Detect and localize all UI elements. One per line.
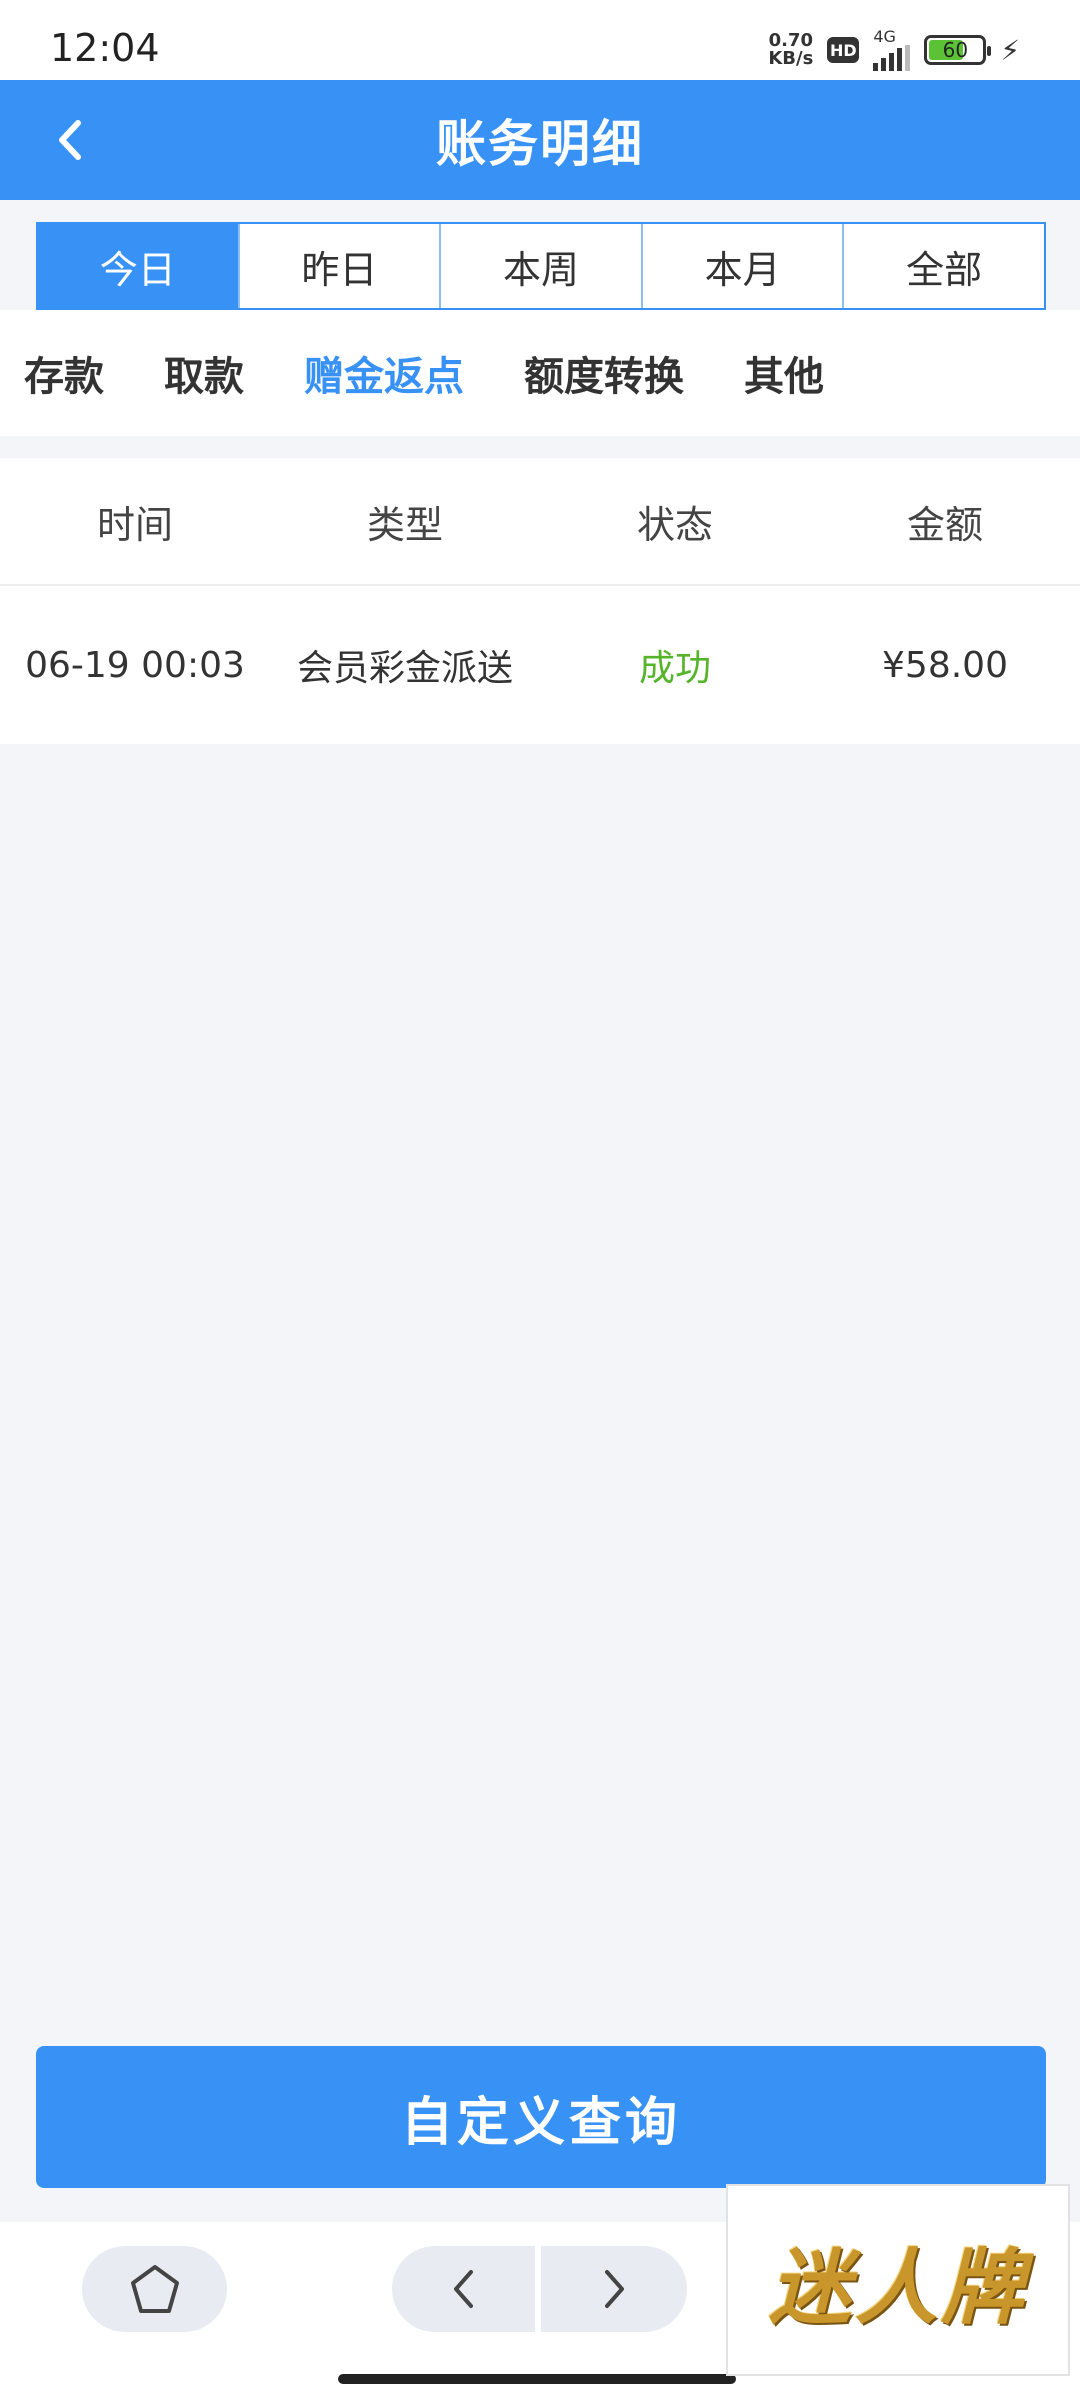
- column-header-time: 时间: [96, 502, 173, 547]
- table-row[interactable]: 06-19 00:03 会员彩金派送 成功 ¥58.00: [0, 586, 1080, 744]
- tab-withdraw[interactable]: 取款: [164, 344, 244, 402]
- tab-yesterday[interactable]: 昨日: [237, 224, 440, 308]
- home-indicator: [338, 2374, 736, 2384]
- watermark-text: 迷人牌: [769, 2240, 1027, 2336]
- column-header-type: 类型: [366, 502, 443, 547]
- tab-this-week[interactable]: 本周: [439, 224, 641, 308]
- status-bar: 12:04 0.70 KB/s HD 4G 60 ⚡: [0, 0, 1080, 80]
- tab-bonus-rebate[interactable]: 赠金返点: [304, 344, 464, 402]
- battery-icon: 60: [924, 35, 992, 65]
- custom-query-button[interactable]: 自定义查询: [36, 2046, 1046, 2188]
- table-header: 时间 类型 状态 金额: [0, 458, 1080, 586]
- status-icons: 0.70 KB/s HD 4G 60 ⚡: [768, 27, 1020, 71]
- row-time: 06-19 00:03: [25, 644, 245, 686]
- net-speed-unit: KB/s: [768, 48, 814, 69]
- tab-deposit[interactable]: 存款: [24, 344, 104, 402]
- date-range-tabs: 今日 昨日 本周 本月 全部: [36, 222, 1046, 310]
- tab-all[interactable]: 全部: [842, 224, 1044, 308]
- home-button[interactable]: [82, 2246, 227, 2332]
- chevron-left-icon: [453, 2270, 473, 2308]
- signal-icon: 4G: [873, 27, 911, 71]
- page-title: 账务明细: [436, 115, 644, 173]
- nav-back-button[interactable]: [392, 2246, 535, 2332]
- row-status: 成功: [638, 648, 711, 689]
- chevron-right-icon: [605, 2270, 624, 2308]
- signal-bars: [873, 45, 911, 71]
- charging-icon: ⚡: [1000, 33, 1020, 67]
- row-amount: ¥58.00: [882, 644, 1008, 686]
- column-header-amount: 金额: [906, 502, 983, 547]
- nav-forward-button[interactable]: [541, 2246, 687, 2332]
- tab-today[interactable]: 今日: [38, 224, 238, 308]
- row-type: 会员彩金派送: [296, 648, 513, 689]
- battery-level: 60: [942, 38, 969, 62]
- net-speed: 0.70 KB/s: [768, 32, 813, 68]
- tab-this-month[interactable]: 本月: [640, 224, 843, 308]
- tab-transfer[interactable]: 额度转换: [524, 344, 684, 402]
- status-time: 12:04: [50, 26, 160, 70]
- tab-other[interactable]: 其他: [744, 344, 824, 402]
- transactions-table: 时间 类型 状态 金额 06-19 00:03 会员彩金派送 成功 ¥58.00: [0, 458, 1080, 744]
- watermark-logo: 迷人牌: [726, 2184, 1070, 2376]
- category-tabs: 存款 取款 赠金返点 额度转换 其他: [0, 310, 1080, 436]
- home-icon: [130, 2265, 179, 2313]
- column-header-status: 状态: [636, 502, 713, 547]
- signal-label: 4G: [873, 27, 896, 46]
- app-header: 账务明细: [0, 80, 1080, 200]
- hd-icon: HD: [827, 37, 860, 63]
